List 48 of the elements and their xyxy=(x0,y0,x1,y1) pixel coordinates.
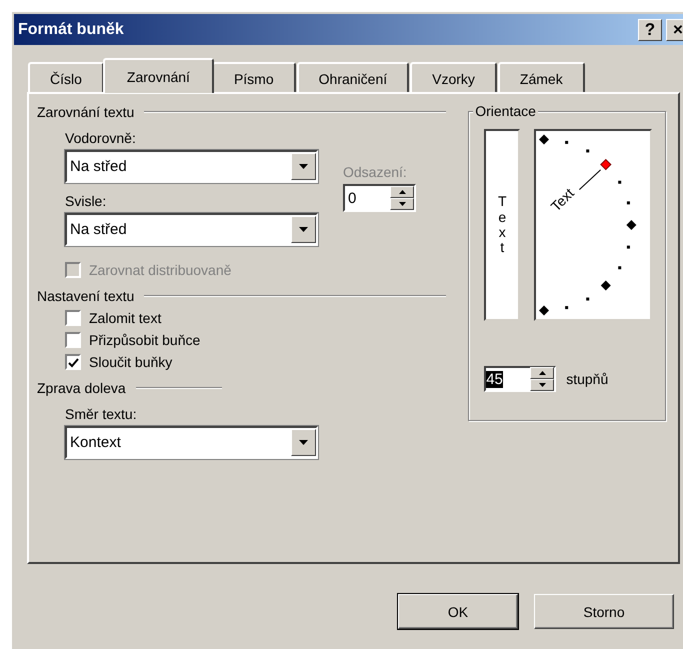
caret-icon xyxy=(299,440,308,445)
group-heading: Nastavení textu xyxy=(37,288,134,304)
dropdown-button[interactable] xyxy=(291,429,316,456)
group-heading: Zarovnání textu xyxy=(37,104,134,120)
caret-icon xyxy=(299,164,308,169)
checkbox-label: Sloučit buňky xyxy=(89,354,172,370)
checkbox[interactable] xyxy=(65,354,81,370)
rotated-text: Text xyxy=(548,184,578,214)
dropdown[interactable]: Na střed xyxy=(65,150,318,183)
tab[interactable]: Písmo xyxy=(212,62,296,93)
angle-marker[interactable] xyxy=(539,306,550,316)
close-button[interactable]: × xyxy=(666,18,683,40)
checkbox[interactable] xyxy=(65,310,81,326)
checkbox-label: Zalomit text xyxy=(89,310,162,326)
checkbox-label: Zarovnat distribuovaně xyxy=(89,262,232,278)
field-label: Odsazení: xyxy=(343,164,408,180)
orientation-dial[interactable]: Text xyxy=(534,129,652,321)
angle-marker[interactable] xyxy=(601,280,612,290)
dropdown-button[interactable] xyxy=(291,216,316,243)
checkbox[interactable] xyxy=(65,332,81,348)
dialog-button[interactable]: OK xyxy=(398,594,518,629)
window-title: Formát buněk xyxy=(18,20,125,38)
group-heading: Zprava doleva xyxy=(37,380,126,396)
angle-line xyxy=(579,169,602,190)
tab[interactable]: Zámek xyxy=(498,62,585,93)
angle-marker[interactable] xyxy=(539,134,550,144)
angle-marker[interactable] xyxy=(626,220,637,230)
degrees-field[interactable]: 45 xyxy=(484,366,556,392)
caret-icon xyxy=(299,227,308,232)
dropdown[interactable]: Kontext xyxy=(65,426,318,459)
unit-label: stupňů xyxy=(566,371,608,387)
tab[interactable]: Ohraničení xyxy=(296,62,410,93)
dropdown[interactable]: Na střed xyxy=(65,213,318,246)
dropdown-button[interactable] xyxy=(291,153,316,180)
field-label: Směr textu: xyxy=(65,406,138,422)
vertical-text-option[interactable]: Text xyxy=(484,129,520,321)
tab[interactable]: Zarovnání xyxy=(102,58,214,93)
field-label: Vodorovně: xyxy=(65,130,137,146)
selected-angle-marker[interactable] xyxy=(600,158,612,170)
tab[interactable]: Vzorky xyxy=(410,62,497,93)
spin-buttons[interactable] xyxy=(530,367,554,391)
group-heading: Orientace xyxy=(473,103,538,119)
dialog-button[interactable]: Storno xyxy=(534,594,674,629)
checkbox-label: Přizpůsobit buňce xyxy=(89,332,200,348)
tab[interactable]: Číslo xyxy=(28,62,104,93)
spin-buttons[interactable] xyxy=(390,186,414,210)
help-button[interactable]: ? xyxy=(638,18,662,40)
field-label: Svisle: xyxy=(65,193,108,209)
